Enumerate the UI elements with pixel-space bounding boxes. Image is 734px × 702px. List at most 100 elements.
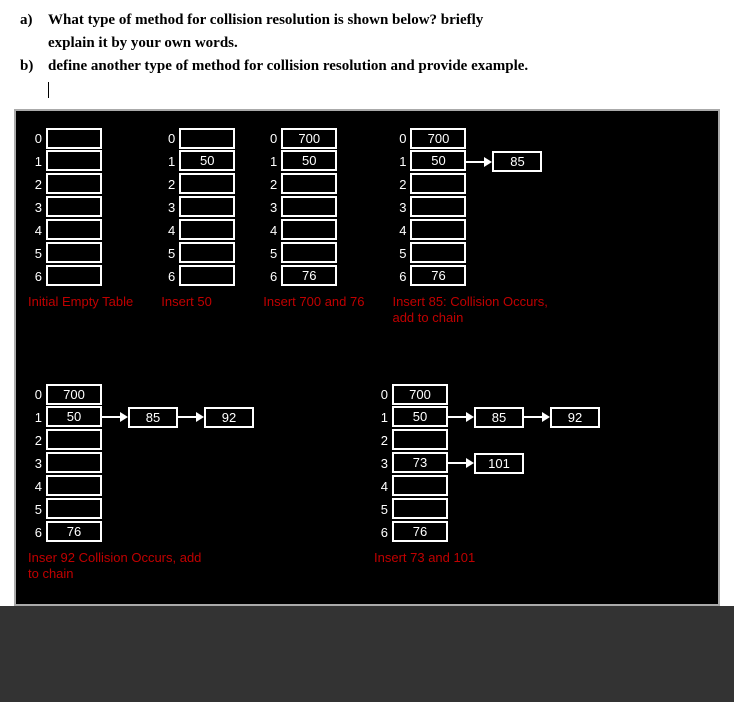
- chain-node: 85: [474, 407, 524, 428]
- hash-cell: 76: [281, 265, 337, 286]
- arrow-icon: [524, 407, 550, 427]
- row-index: 0: [374, 387, 388, 402]
- panel-caption: Inser 92 Collision Occurs, add to chain: [28, 550, 208, 583]
- row-index: 0: [28, 131, 42, 146]
- row-index: 5: [161, 246, 175, 261]
- diagram-row-2: 0700 1 50 85 92 2 3: [28, 383, 706, 583]
- panel-insert50: 0 150 2 3 4 5 6 Insert 50: [161, 127, 235, 310]
- hash-cell: [46, 173, 102, 194]
- panel-initial: 0 1 2 3 4 5 6 Initial Empty Table: [28, 127, 133, 310]
- row-index: 2: [263, 177, 277, 192]
- row-index: 0: [28, 387, 42, 402]
- hash-cell: 700: [410, 128, 466, 149]
- hash-cell: [410, 242, 466, 263]
- row-index: 4: [28, 479, 42, 494]
- row-index: 5: [28, 246, 42, 261]
- hash-cell: [46, 128, 102, 149]
- question-b: define another type of method for collis…: [48, 56, 714, 77]
- row-index: 4: [374, 479, 388, 494]
- chain-node: 85: [128, 407, 178, 428]
- hash-cell: [281, 196, 337, 217]
- row-index: 5: [263, 246, 277, 261]
- chain-node: 101: [474, 453, 524, 474]
- panel-caption: Insert 85: Collision Occurs, add to chai…: [392, 294, 572, 327]
- hash-cell: [281, 173, 337, 194]
- hash-cell: [410, 173, 466, 194]
- row-index: 6: [374, 525, 388, 540]
- hash-cell: [281, 219, 337, 240]
- panel-insert85: 0700 1 50 85 2 3 4 5 67: [392, 127, 572, 327]
- row-index: 6: [161, 269, 175, 284]
- question-block: a) What type of method for collision res…: [0, 0, 734, 105]
- hash-cell: [179, 242, 235, 263]
- row-index: 1: [392, 154, 406, 169]
- panel-caption: Insert 700 and 76: [263, 294, 364, 310]
- row-index: 3: [161, 200, 175, 215]
- arrow-icon: [102, 407, 128, 427]
- hash-cell: [46, 265, 102, 286]
- row-index: 6: [392, 269, 406, 284]
- hash-cell: [46, 219, 102, 240]
- chain-node: 85: [492, 151, 542, 172]
- row-index: 1: [161, 154, 175, 169]
- hash-cell: 73: [392, 452, 448, 473]
- row-index: 4: [392, 223, 406, 238]
- panel-caption: Insert 73 and 101: [374, 550, 475, 566]
- hash-cell: [46, 242, 102, 263]
- arrow-icon: [448, 453, 474, 473]
- hash-cell: 50: [46, 406, 102, 427]
- hash-cell: [410, 219, 466, 240]
- row-index: 6: [28, 269, 42, 284]
- hash-cell: 700: [392, 384, 448, 405]
- row-index: 1: [28, 410, 42, 425]
- arrow-icon: [448, 407, 474, 427]
- arrow-icon: [178, 407, 204, 427]
- row-index: 3: [374, 456, 388, 471]
- question-a-line2: explain it by your own words.: [48, 33, 714, 54]
- panel-caption: Insert 50: [161, 294, 212, 310]
- row-index: 1: [28, 154, 42, 169]
- row-index: 0: [392, 131, 406, 146]
- row-index: 2: [28, 433, 42, 448]
- row-index: 2: [161, 177, 175, 192]
- marker-a: a): [20, 10, 48, 31]
- text-cursor-icon: [48, 82, 49, 98]
- question-a-line1: What type of method for collision resolu…: [48, 10, 714, 31]
- panel-insert700-76: 0700 150 2 3 4 5 676 Insert 700 and 76: [263, 127, 364, 310]
- hash-cell: [179, 219, 235, 240]
- row-index: 1: [263, 154, 277, 169]
- diagram: 0 1 2 3 4 5 6 Initial Empty Table 0 150: [14, 109, 720, 606]
- row-index: 3: [28, 456, 42, 471]
- row-index: 1: [374, 410, 388, 425]
- marker-b: b): [20, 56, 48, 77]
- chain-node: 92: [204, 407, 254, 428]
- row-index: 5: [374, 502, 388, 517]
- hash-cell: 700: [46, 384, 102, 405]
- hash-cell: 50: [179, 150, 235, 171]
- diagram-row-1: 0 1 2 3 4 5 6 Initial Empty Table 0 150: [28, 127, 706, 327]
- hash-cell: [46, 475, 102, 496]
- arrow-icon: [466, 152, 492, 172]
- hash-cell: [392, 429, 448, 450]
- chain-node: 92: [550, 407, 600, 428]
- hash-cell: 76: [46, 521, 102, 542]
- page: a) What type of method for collision res…: [0, 0, 734, 606]
- row-index: 3: [28, 200, 42, 215]
- row-index: 5: [392, 246, 406, 261]
- hash-cell: 76: [410, 265, 466, 286]
- row-index: 2: [392, 177, 406, 192]
- row-index: 3: [263, 200, 277, 215]
- hash-cell: [281, 242, 337, 263]
- hash-cell: 50: [281, 150, 337, 171]
- row-index: 5: [28, 502, 42, 517]
- hash-cell: [179, 265, 235, 286]
- hash-cell: [179, 173, 235, 194]
- hash-cell: [392, 498, 448, 519]
- hash-cell: [392, 475, 448, 496]
- hash-cell: 50: [410, 150, 466, 171]
- row-index: 6: [28, 525, 42, 540]
- row-index: 3: [392, 200, 406, 215]
- text-cursor-area[interactable]: [48, 79, 714, 97]
- hash-cell: [46, 429, 102, 450]
- panel-insert92: 0 700 1 50 85 92 2 3: [28, 383, 254, 583]
